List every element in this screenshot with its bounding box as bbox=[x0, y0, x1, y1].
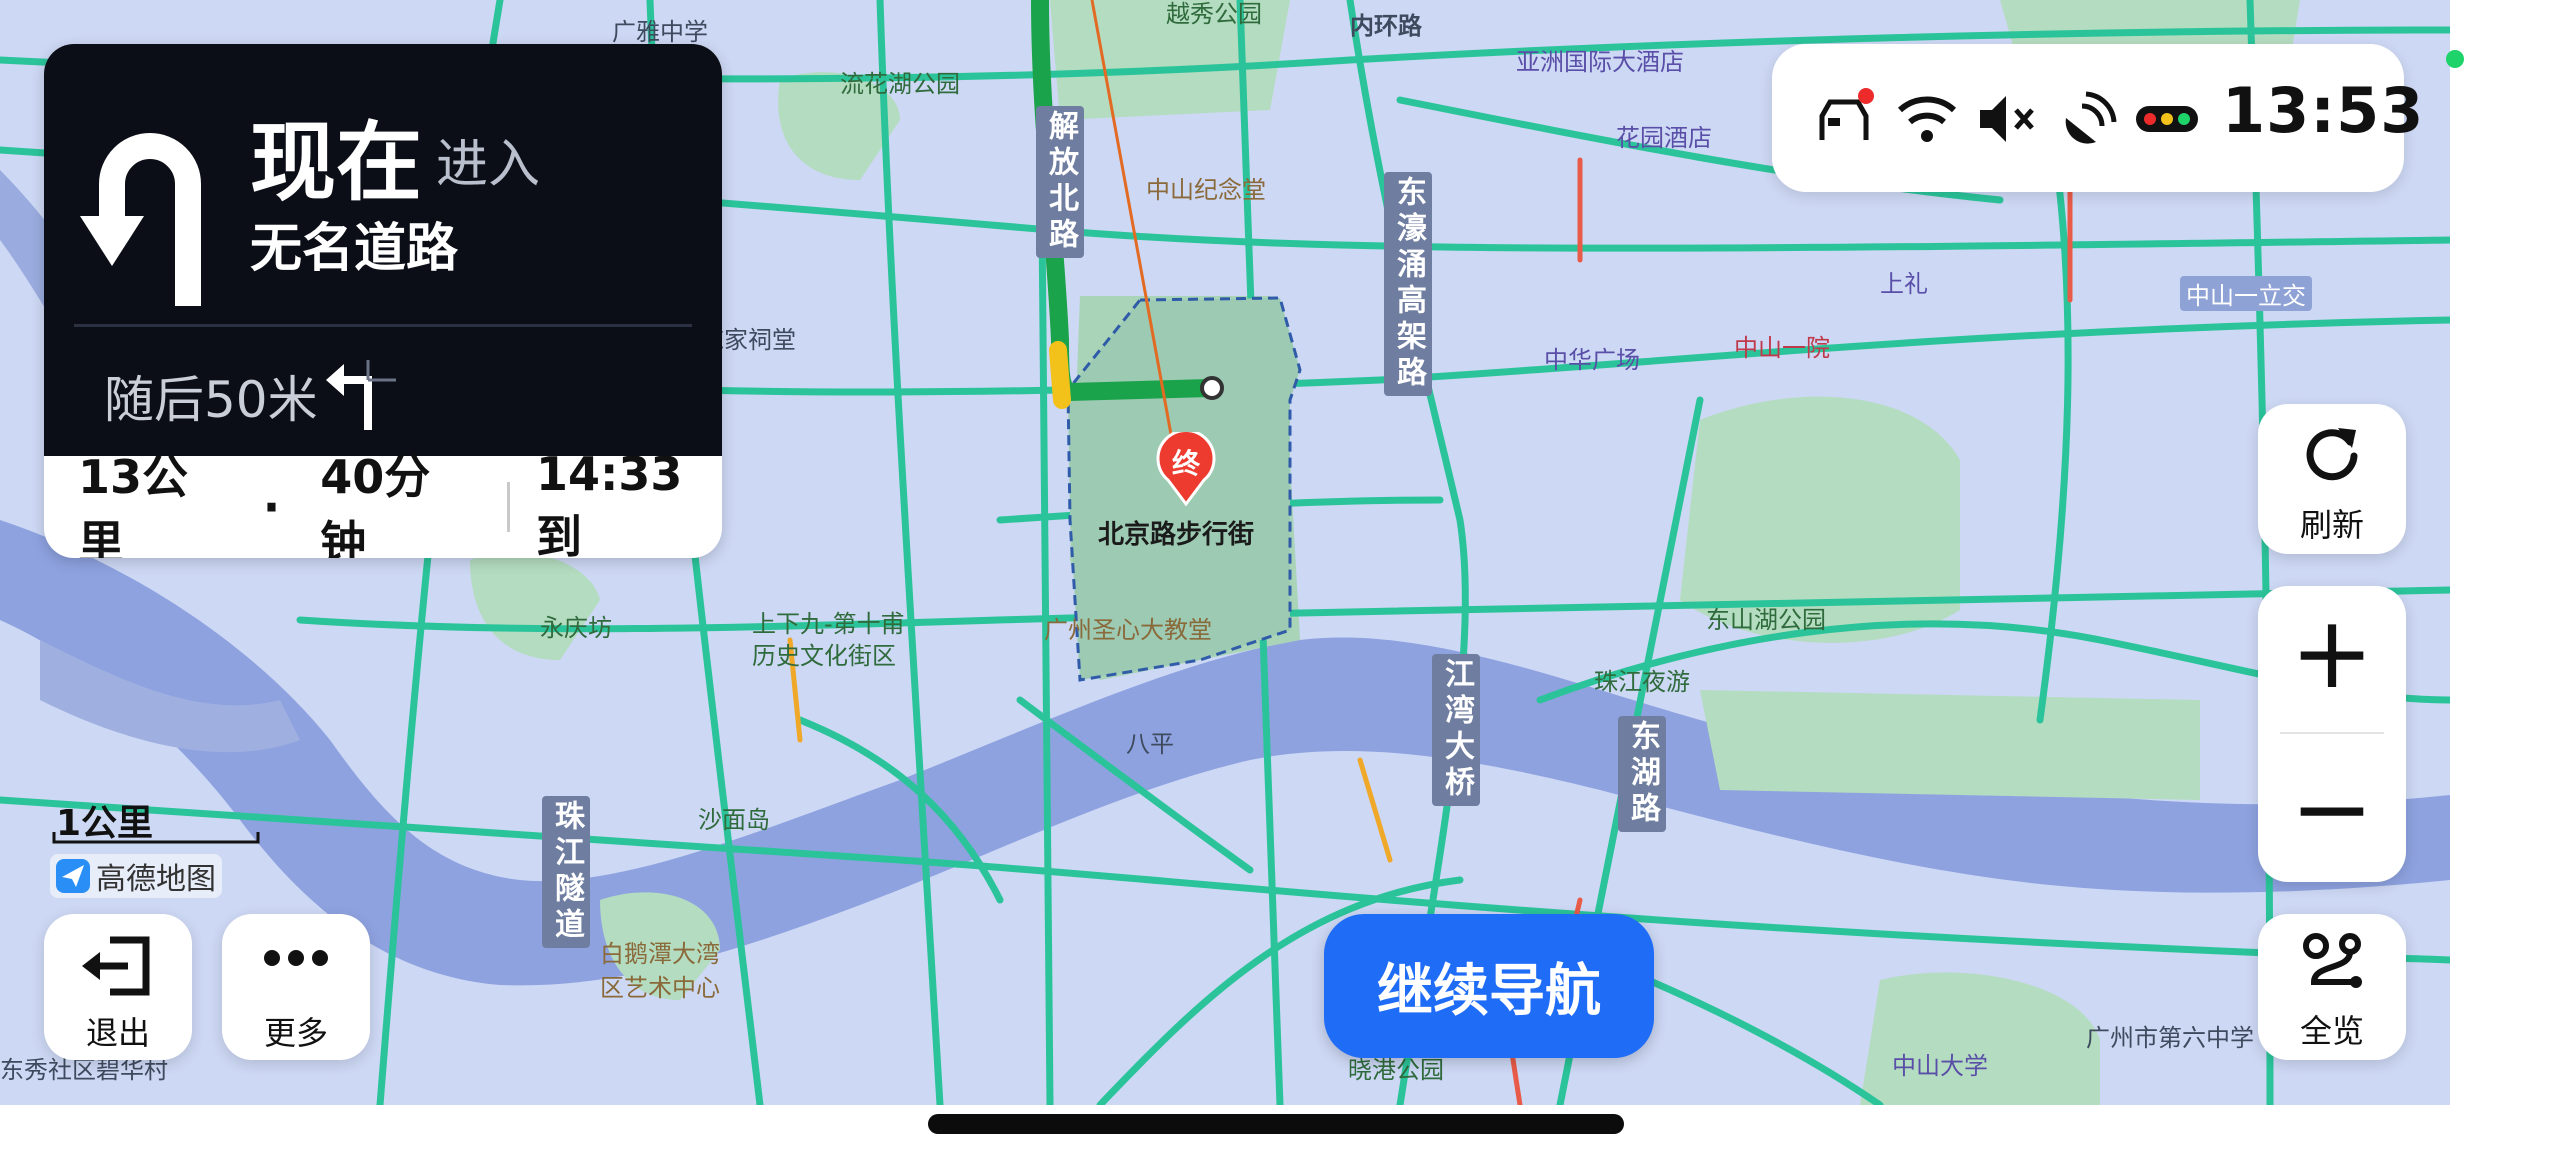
map-label: 流花湖公园 bbox=[840, 70, 960, 98]
brand-label: 高德地图 bbox=[96, 862, 216, 897]
map-label: 越秀公园 bbox=[1166, 0, 1262, 28]
overview-button[interactable]: 全览 bbox=[2258, 914, 2406, 1060]
turn-guidance-header: 现在 进入 无名道路 随后50米 bbox=[44, 44, 722, 456]
exit-button[interactable]: 退出 bbox=[44, 914, 192, 1060]
instruction-road: 无名道路 bbox=[250, 219, 459, 279]
plus-icon: + bbox=[2290, 594, 2374, 711]
map-label: 广州市第六中学 bbox=[2086, 1024, 2254, 1052]
destination-pin-label: 终 bbox=[1171, 447, 1200, 480]
satellite-icon bbox=[2065, 91, 2117, 144]
remaining-distance: 13公里 bbox=[78, 450, 189, 558]
map-label: 东山湖公园 bbox=[1706, 606, 1826, 634]
map-label: 中山一院 bbox=[1734, 334, 1830, 362]
arrival-time: 14:33到 bbox=[535, 447, 683, 558]
route-overview-icon bbox=[2303, 933, 2362, 988]
zoom-control: + − bbox=[2258, 586, 2406, 882]
zoom-out-button[interactable]: − bbox=[2258, 736, 2406, 882]
continue-navigation-label: 继续导航 bbox=[1377, 958, 1601, 1024]
map-label: 中山纪念堂 bbox=[1146, 176, 1266, 204]
zoom-in-button[interactable]: + bbox=[2258, 586, 2406, 732]
u-turn-icon bbox=[80, 133, 201, 306]
home-indicator[interactable] bbox=[928, 1114, 1624, 1134]
road-label: 江湾大桥 bbox=[1432, 654, 1480, 806]
instruction-time: 现在 bbox=[250, 113, 422, 213]
remaining-time: 40分钟 bbox=[320, 450, 431, 558]
road-label: 东湖路 bbox=[1618, 716, 1666, 832]
exit-icon bbox=[82, 936, 150, 996]
map-label: 历史文化街区 bbox=[752, 642, 896, 670]
instruction-action: 进入 bbox=[436, 135, 541, 195]
more-label: 更多 bbox=[263, 1014, 328, 1052]
map-label: 广州圣心大教堂 bbox=[1044, 616, 1212, 644]
road-label: 珠江隧道 bbox=[542, 796, 590, 948]
map-label: 广雅中学 bbox=[612, 18, 708, 46]
overview-label: 全览 bbox=[2299, 1012, 2364, 1050]
divider bbox=[74, 324, 692, 327]
wifi-icon bbox=[1897, 96, 1957, 142]
trip-summary: 13公里 · 40分钟 14:33到 bbox=[44, 447, 722, 558]
refresh-label: 刷新 bbox=[2299, 506, 2364, 544]
turn-guidance-card[interactable]: 现在 进入 无名道路 随后50米 13公里 · 40分钟 14:33到 bbox=[44, 44, 722, 558]
brand-logo: 高德地图 bbox=[50, 854, 222, 898]
minus-icon: − bbox=[2290, 750, 2374, 867]
divider bbox=[2280, 732, 2384, 734]
status-indicator-dot bbox=[2446, 50, 2464, 68]
divider bbox=[507, 482, 510, 532]
map-label: 白鹅潭大湾 bbox=[600, 940, 720, 968]
destination-pin[interactable]: 终 bbox=[1154, 429, 1218, 507]
more-button[interactable]: 更多 bbox=[222, 914, 370, 1060]
map-label: 永庆坊 bbox=[540, 614, 612, 642]
traffic-light-icon bbox=[2136, 106, 2198, 132]
summary-separator: · bbox=[262, 480, 281, 534]
map-label: 上下九-第十甫 bbox=[752, 610, 905, 638]
destination-name: 北京路步行街 bbox=[1098, 520, 1255, 550]
map-scale: 1公里 bbox=[52, 794, 260, 848]
map-label: 沙面岛 bbox=[698, 806, 770, 834]
more-icon bbox=[264, 950, 328, 966]
map-label: 八平 bbox=[1126, 730, 1174, 758]
map-label: 中华广场 bbox=[1544, 346, 1640, 374]
map-label: 区艺术中心 bbox=[600, 974, 720, 1002]
next-instruction: 随后50米 bbox=[104, 371, 318, 429]
map-label: 中山大学 bbox=[1892, 1052, 1988, 1080]
refresh-button[interactable]: 刷新 bbox=[2258, 404, 2406, 554]
map-label: 珠江夜游 bbox=[1594, 668, 1690, 696]
clock: 13:53 bbox=[2222, 74, 2425, 147]
status-bar: 13:53 bbox=[1772, 44, 2423, 192]
amap-logo-icon bbox=[56, 859, 90, 893]
refresh-icon bbox=[2306, 428, 2358, 481]
car-connection-icon bbox=[1819, 88, 1874, 140]
turn-left-icon bbox=[326, 360, 396, 430]
map-label: 中山一立交 bbox=[2180, 276, 2312, 311]
mute-icon bbox=[1980, 96, 2034, 142]
map-label: 上礼 bbox=[1880, 270, 1928, 298]
road-label: 东濠涌高架路 bbox=[1384, 172, 1432, 396]
map-label: 花园酒店 bbox=[1616, 124, 1712, 152]
exit-label: 退出 bbox=[85, 1014, 150, 1052]
continue-navigation-button[interactable]: 继续导航 bbox=[1324, 914, 1654, 1058]
map-label: 内环路 bbox=[1350, 12, 1422, 40]
road-label: 解放北路 bbox=[1036, 106, 1084, 258]
map-label: 亚洲国际大酒店 bbox=[1516, 48, 1684, 76]
scale-bar-icon bbox=[52, 832, 260, 844]
